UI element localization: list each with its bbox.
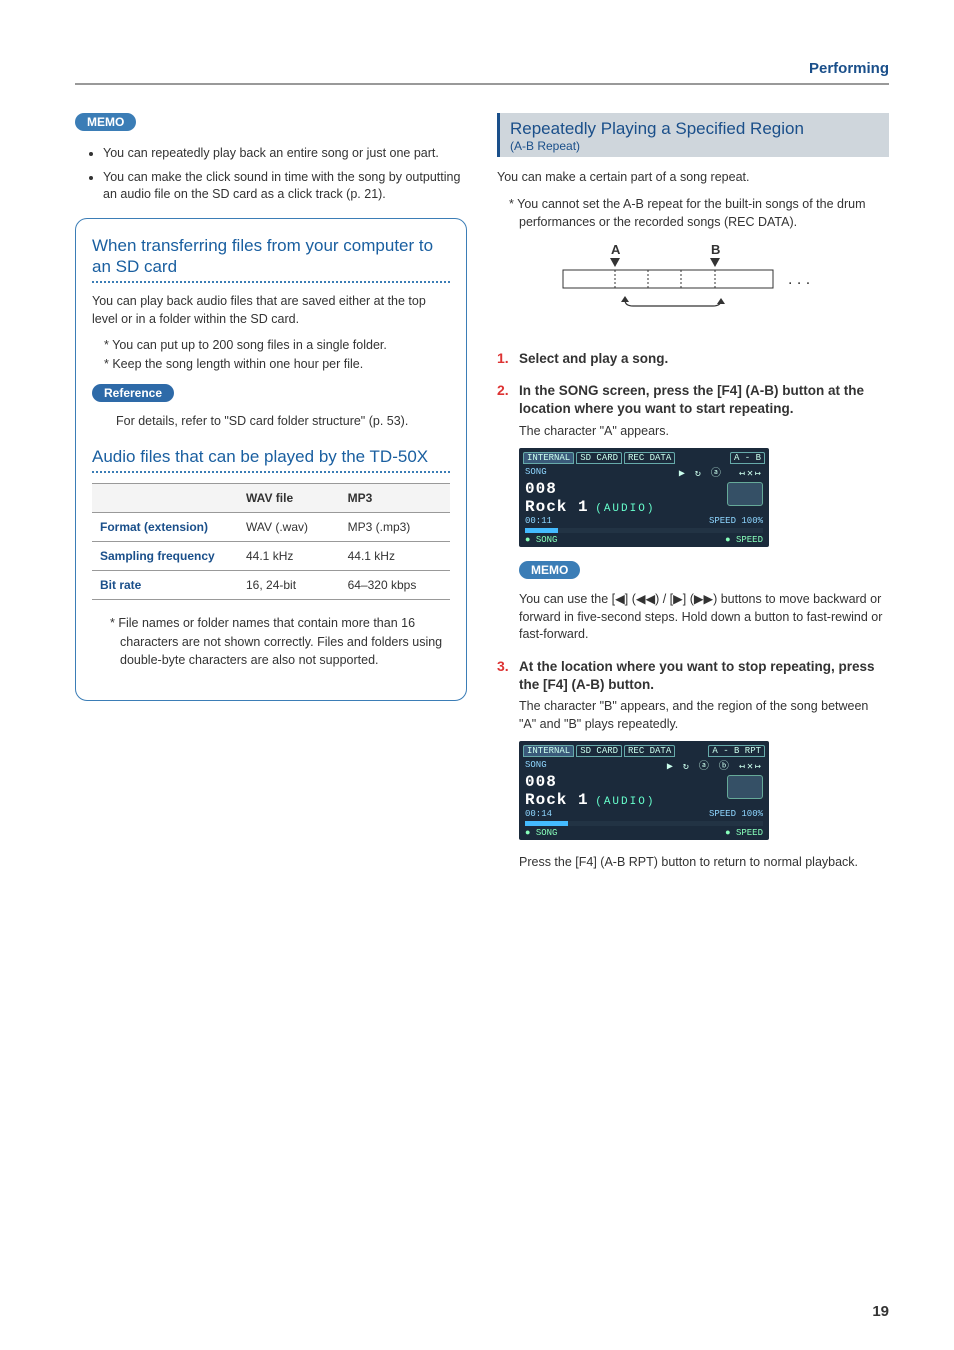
svg-text:. . .: . . . (788, 271, 810, 288)
footnote-item: File names or folder names that contain … (110, 614, 450, 670)
step-2: In the SONG screen, press the [F4] (A-B)… (497, 382, 889, 643)
progress-bar (525, 821, 763, 826)
screen-song-name: Rock 1 (525, 498, 589, 516)
step-title: Select and play a song. (519, 351, 668, 366)
info-heading-2: Audio files that can be played by the TD… (92, 446, 450, 467)
reference-pill: Reference (92, 384, 174, 402)
step-1: Select and play a song. (497, 350, 889, 368)
dotted-rule (92, 471, 450, 473)
screen-foot: SONG (536, 535, 558, 545)
section-bar: Repeatedly Playing a Specified Region (A… (497, 113, 889, 157)
audio-spec-table: WAV file MP3 Format (extension) WAV (.wa… (92, 483, 450, 600)
page-number: 19 (872, 1303, 889, 1320)
dotted-rule (92, 281, 450, 283)
step-title: At the location where you want to stop r… (519, 659, 875, 692)
row-label: Sampling frequency (92, 541, 238, 570)
screen-label: SONG (525, 760, 547, 770)
memo-bullets: You can repeatedly play back an entire s… (75, 145, 467, 204)
cell: WAV (.wav) (238, 512, 340, 541)
screen-ab-set-b: INTERNAL SD CARD REC DATA A - B RPT SONG… (519, 741, 769, 840)
info-heading-1: When transferring files from your comput… (92, 235, 450, 278)
section-title: Repeatedly Playing a Specified Region (510, 119, 879, 139)
step-title: In the SONG screen, press the [F4] (A-B)… (519, 383, 864, 416)
screen-audio: (AUDIO) (595, 796, 655, 808)
info-box: When transferring files from your comput… (75, 218, 467, 702)
svg-text:B: B (711, 242, 720, 257)
cell: 44.1 kHz (238, 541, 340, 570)
progress-bar (525, 528, 763, 533)
info-star-list: You can put up to 200 song files in a si… (92, 336, 450, 374)
screen-time: 00:14 (525, 809, 552, 819)
screen-tab: A - B RPT (708, 745, 765, 757)
screen-tab: SD CARD (576, 452, 622, 464)
memo-pill: MEMO (75, 113, 136, 131)
play-icons: ▶ ↻ ⓐ ↤✕↦ (679, 464, 763, 480)
memo-bullet: You can make the click sound in time wit… (103, 169, 467, 204)
right-column: Repeatedly Playing a Specified Region (A… (497, 113, 889, 886)
screen-ab-set-a: INTERNAL SD CARD REC DATA A - B SONG ▶ ↻ … (519, 448, 769, 547)
play-icons: ▶ ↻ ⓐ ⓑ ↤✕↦ (667, 757, 763, 773)
screen-speed: SPEED 100% (709, 516, 763, 526)
memo-pill: MEMO (519, 561, 580, 579)
cell: 16, 24-bit (238, 570, 340, 599)
screen-audio: (AUDIO) (595, 503, 655, 515)
svg-text:A: A (611, 242, 621, 257)
screen-thumb (727, 775, 763, 799)
table-row: Bit rate 16, 24-bit 64–320 kbps (92, 570, 450, 599)
screen-label: SONG (525, 467, 547, 477)
memo-text: You can use the [◀] (◀◀) / [▶] (▶▶) butt… (519, 591, 889, 644)
section-subtitle: (A-B Repeat) (510, 139, 879, 153)
cell: MP3 (.mp3) (340, 512, 450, 541)
screen-tab: INTERNAL (523, 452, 574, 464)
left-column: MEMO You can repeatedly play back an ent… (75, 113, 467, 886)
screen-tab: INTERNAL (523, 745, 574, 757)
step-body: The character "A" appears. (519, 423, 889, 441)
reference-text: For details, refer to "SD card folder st… (116, 414, 450, 428)
table-row: Format (extension) WAV (.wav) MP3 (.mp3) (92, 512, 450, 541)
ab-intro: You can make a certain part of a song re… (497, 169, 889, 187)
star-item: You can put up to 200 song files in a si… (104, 336, 450, 355)
table-head-mp3: MP3 (340, 483, 450, 512)
ab-repeat-diagram: A B . . . (543, 242, 843, 322)
step-body: The character "B" appears, and the regio… (519, 698, 889, 733)
screen-foot: SPEED (736, 535, 763, 545)
info-paragraph: You can play back audio files that are s… (92, 293, 450, 328)
table-row: Sampling frequency 44.1 kHz 44.1 kHz (92, 541, 450, 570)
ab-note: You cannot set the A-B repeat for the bu… (509, 195, 889, 233)
row-label: Format (extension) (92, 512, 238, 541)
step-3: At the location where you want to stop r… (497, 658, 889, 872)
screen-tab: REC DATA (624, 745, 675, 757)
screen-song-num: 008 (525, 773, 557, 791)
step-after: Press the [F4] (A-B RPT) button to retur… (519, 854, 889, 872)
screen-foot: SPEED (736, 828, 763, 838)
screen-song-num: 008 (525, 480, 557, 498)
screen-time: 00:11 (525, 516, 552, 526)
cell: 44.1 kHz (340, 541, 450, 570)
info-footnote: File names or folder names that contain … (98, 614, 450, 670)
screen-foot: SONG (536, 828, 558, 838)
step-list: Select and play a song. In the SONG scre… (497, 350, 889, 872)
ab-note-list: You cannot set the A-B repeat for the bu… (497, 195, 889, 233)
cell: 64–320 kbps (340, 570, 450, 599)
table-head-wav: WAV file (238, 483, 340, 512)
screen-speed: SPEED 100% (709, 809, 763, 819)
screen-thumb (727, 482, 763, 506)
memo-bullet: You can repeatedly play back an entire s… (103, 145, 467, 163)
star-item: Keep the song length within one hour per… (104, 355, 450, 374)
screen-tab: A - B (730, 452, 765, 464)
header-section: Performing (75, 60, 889, 85)
screen-tab: REC DATA (624, 452, 675, 464)
row-label: Bit rate (92, 570, 238, 599)
screen-tab: SD CARD (576, 745, 622, 757)
screen-song-name: Rock 1 (525, 791, 589, 809)
